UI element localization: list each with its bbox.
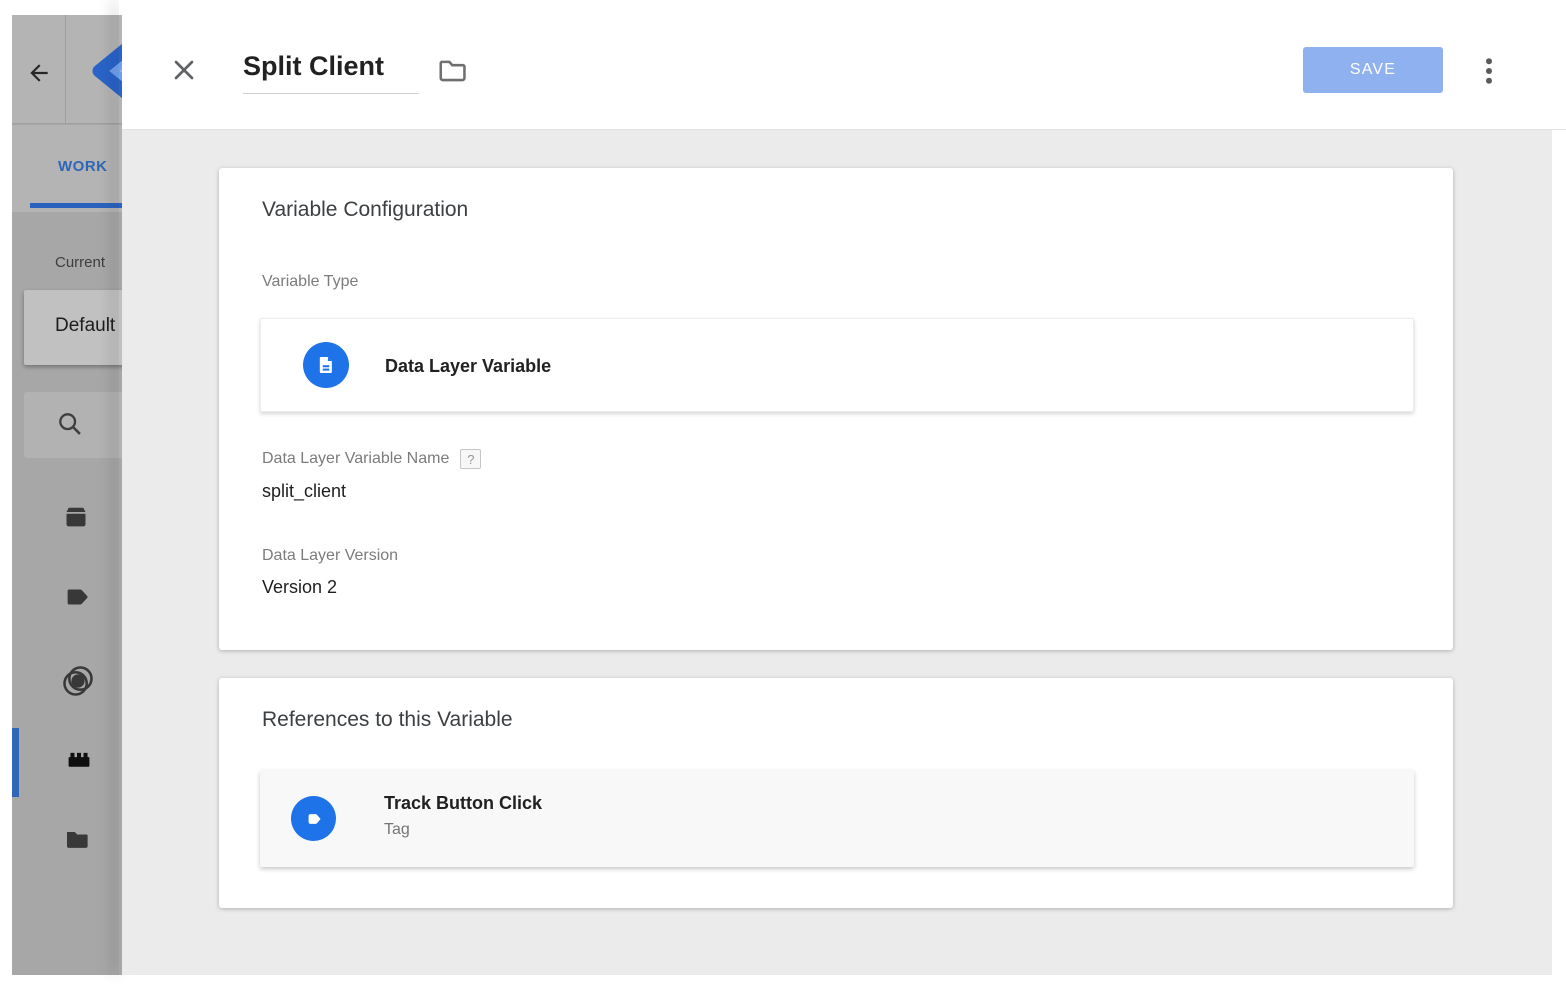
close-icon	[168, 54, 200, 86]
triggers-icon	[60, 663, 96, 699]
references-heading: References to this Variable	[262, 708, 513, 732]
variable-title: Split Client	[243, 46, 419, 86]
overview-icon	[60, 502, 92, 532]
variable-editor-panel: Split Client SAVE Variable Configuration	[122, 0, 1566, 975]
close-button[interactable]	[168, 54, 202, 88]
folders-icon	[60, 824, 94, 854]
search-input[interactable]	[24, 392, 122, 458]
current-workspace-label: Current	[55, 254, 105, 271]
variable-type-row[interactable]: Data Layer Variable	[260, 318, 1414, 412]
variables-icon	[60, 743, 98, 775]
search-icon	[56, 410, 84, 438]
app-toolbar	[12, 15, 122, 124]
kebab-menu-icon	[1471, 52, 1507, 90]
tab-active-underline	[30, 203, 122, 208]
save-button[interactable]: SAVE	[1303, 47, 1443, 93]
tab-workspace[interactable]: WORK	[58, 158, 108, 175]
toolbar-divider	[65, 15, 66, 124]
variable-configuration-card: Variable Configuration Variable Type Dat…	[219, 168, 1453, 650]
kebab-menu-button[interactable]	[1471, 52, 1507, 90]
editor-body: Variable Configuration Variable Type Dat…	[122, 130, 1552, 975]
reference-name: Track Button Click	[384, 793, 542, 814]
sidebar-item-tags[interactable]	[12, 569, 122, 625]
sidebar-item-variables[interactable]	[12, 730, 122, 786]
variable-configuration-heading: Variable Configuration	[262, 198, 468, 222]
data-layer-variable-name-field[interactable]: split_client	[262, 481, 346, 502]
tag-icon	[291, 796, 336, 841]
gtm-logo-icon[interactable]	[84, 40, 122, 102]
sidebar: Current Default	[12, 212, 122, 975]
sidebar-item-triggers[interactable]	[12, 650, 122, 706]
dimmed-workspace-background: WORK Current Default	[12, 15, 122, 975]
help-icon[interactable]: ?	[460, 449, 481, 469]
tags-icon	[60, 582, 94, 612]
data-layer-variable-name-row: Data Layer Variable Name ?	[262, 449, 481, 469]
references-card: References to this Variable Track Button…	[219, 678, 1453, 908]
folder-button[interactable]	[433, 52, 473, 90]
data-layer-variable-icon	[303, 342, 349, 388]
workspace-selector-value: Default	[55, 315, 115, 337]
variable-type-value: Data Layer Variable	[385, 319, 551, 413]
back-button[interactable]	[26, 60, 52, 86]
back-arrow-icon	[26, 60, 52, 86]
data-layer-version-field[interactable]: Version 2	[262, 577, 337, 598]
data-layer-version-label: Data Layer Version	[262, 547, 398, 565]
gtm-variable-editor-screen: WORK Current Default	[0, 0, 1566, 990]
variable-name-input[interactable]: Split Client	[243, 46, 419, 94]
variable-type-label: Variable Type	[262, 273, 358, 291]
workspace-selector[interactable]: Default	[24, 290, 122, 365]
sidebar-item-folders[interactable]	[12, 811, 122, 867]
editor-header: Split Client SAVE	[122, 0, 1566, 130]
folder-icon	[433, 52, 471, 88]
reference-list-item[interactable]: Track Button Click Tag	[260, 770, 1414, 867]
active-nav-indicator	[12, 728, 19, 797]
sidebar-item-overview[interactable]	[12, 489, 122, 545]
reference-type: Tag	[384, 821, 410, 839]
data-layer-variable-name-label: Data Layer Variable Name	[262, 450, 449, 468]
workspace-tab-bar: WORK	[12, 125, 122, 212]
